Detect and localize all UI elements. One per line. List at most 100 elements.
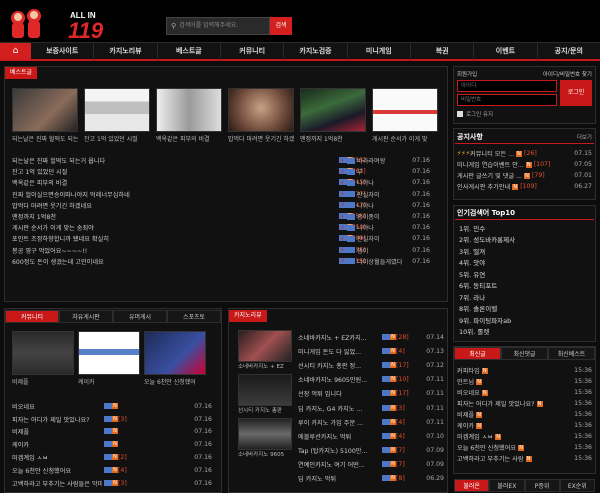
- post-title[interactable]: 루이 카지노 가입 주문 ...: [298, 418, 380, 427]
- nav-item-best[interactable]: 베스트글: [158, 42, 221, 60]
- rank-item[interactable]: 5위. 유연: [459, 268, 589, 280]
- thumb-item[interactable]: 되는날은 진짜 헐떡도 되는거 웁: [12, 88, 78, 143]
- author[interactable]: ⚡ 나야나: [340, 223, 374, 233]
- post-title[interactable]: 비오네요: [12, 402, 102, 411]
- author[interactable]: ⚡ 판실자이: [340, 190, 380, 199]
- tab-bottom-3[interactable]: P증위: [524, 479, 560, 492]
- tab-community[interactable]: 커뮤니티: [5, 310, 59, 323]
- list-item[interactable]: 선장 먹튀 입니다 N[17] 07.11: [298, 387, 444, 401]
- post-title[interactable]: 밥먹다 마려면 웃기긴 하겠네요: [12, 201, 337, 210]
- list-item[interactable]: 딥 카지노 먹튀 N[8] 06.29: [298, 472, 444, 486]
- author[interactable]: ⚡ 나야나: [340, 178, 374, 188]
- post-title[interactable]: 맨정까지 1억8천: [12, 212, 337, 221]
- tab-latest-comments[interactable]: 최신댓글: [501, 347, 548, 360]
- thumb-item[interactable]: 소네바카지노 + EZ: [238, 330, 292, 370]
- signup-link[interactable]: 회원가입: [457, 70, 477, 78]
- rank-item[interactable]: 8위. 솔론이벨: [459, 303, 589, 315]
- post-title[interactable]: 600정도 돈이 생겼는데 고민이네요: [12, 257, 337, 266]
- latest-item[interactable]: 비오네요 N 15:36: [457, 387, 592, 398]
- author[interactable]: ⚡ 챙이: [340, 246, 368, 255]
- site-logo[interactable]: ALL IN 119: [4, 4, 124, 40]
- notice-item[interactable]: 미니게임 연습이벤트 안... N [107] 07.05: [457, 159, 592, 170]
- password-input[interactable]: 비밀번호: [457, 94, 557, 106]
- latest-title[interactable]: 비오네요: [457, 388, 480, 397]
- post-title[interactable]: 소네바카지노 + EZ카지...: [298, 333, 380, 342]
- tab-latest-best[interactable]: 최신베스트: [548, 347, 595, 360]
- id-input[interactable]: 아이디: [457, 80, 557, 92]
- tab-bottom-2[interactable]: 불러EX: [489, 479, 525, 492]
- thumb-item[interactable]: 잔고 1억 있었던 시절: [84, 88, 150, 143]
- latest-title[interactable]: 비제플: [457, 410, 474, 419]
- nav-item-casino-review[interactable]: 카지노리뷰: [94, 42, 158, 60]
- tab-bottom-4[interactable]: EX순위: [559, 479, 595, 492]
- post-title[interactable]: 봉공 영구 먹었어요~~~~!!: [12, 246, 337, 255]
- latest-title[interactable]: 피자는 어디가 제일 맛있나요?: [457, 399, 535, 408]
- post-title[interactable]: 선장 먹튀 입니다: [298, 389, 380, 398]
- list-item[interactable]: 루이 카지노 가입 주문 ... N[4] 07.11: [298, 415, 444, 429]
- latest-item[interactable]: 미겜계임 ㅅㅂ N 15:36: [457, 431, 592, 442]
- find-account-link[interactable]: 아이디/비밀번호 찾기: [543, 70, 592, 78]
- post-title[interactable]: 에볼루션카지노 먹튀: [298, 432, 380, 441]
- checkbox[interactable]: [457, 111, 463, 117]
- thumb-item[interactable]: 백옥같은 피부의 비결: [156, 88, 222, 143]
- post-title[interactable]: 포인트 조정하향합니까 됐네요 확실히: [12, 234, 337, 243]
- list-item[interactable]: 미니게임 돈도 다 잃었... N[4] 07.13: [298, 344, 444, 358]
- list-item[interactable]: 소네바카지노 9605만원... N[10] 07.11: [298, 373, 444, 387]
- notice-more-link[interactable]: 더보기: [577, 133, 592, 141]
- nav-item-community[interactable]: 커뮤니티: [221, 42, 285, 60]
- nav-item-event[interactable]: 이벤트: [474, 42, 538, 60]
- best-tab[interactable]: 베스트글: [5, 67, 38, 79]
- list-item[interactable]: 고백하라고 부추기는 사람들은 악마이가요?N[3] 07.16: [12, 477, 212, 490]
- list-item[interactable]: 진짜 헐이실으면승이따나야지 먹레너무심하네N[77]⚡판실자이07.16: [12, 189, 440, 200]
- list-item[interactable]: 밥먹다 마려면 웃기긴 하겠네요N[47]⚡나야나07.16: [12, 200, 440, 211]
- author[interactable]: ⚡ 부: [340, 167, 363, 177]
- post-title[interactable]: 잔고 1억 있었던 시절: [12, 167, 337, 176]
- list-item[interactable]: 되는날은 진짜 헐떡도 되는거 웁니다N[55]⚡바라라여왕07.16: [12, 155, 440, 166]
- nav-item-notice[interactable]: 공지/문의: [538, 43, 600, 60]
- thumb-item[interactable]: 케이카: [78, 331, 140, 386]
- notice-title-text[interactable]: 게시판 글쓰기 및 댓글 ...: [457, 171, 522, 180]
- list-item[interactable]: 미겜계임 ㅅㅂ N[2] 07.16: [12, 451, 212, 464]
- rank-item[interactable]: 2위. 성도바카롱제사: [459, 234, 589, 246]
- post-title[interactable]: 딥 카지노 먹튀: [298, 474, 380, 483]
- tab-latest-posts[interactable]: 최신글: [454, 347, 501, 360]
- post-title[interactable]: 되는날은 진짜 헐떡도 되는거 웁니다: [12, 156, 337, 165]
- thumb-item[interactable]: 선시티 카지노 총판: [238, 374, 292, 414]
- list-item[interactable]: 선시티 카지노 총판 정... N[17] 07.12: [298, 358, 444, 372]
- list-item[interactable]: 피자는 어디가 제일 맛있나요? N[3] 07.16: [12, 413, 212, 426]
- post-title[interactable]: 선시티 카지노 총판 정...: [298, 361, 380, 370]
- list-item[interactable]: 봉공 영구 먹었어요~~~~!!N[55]⚡챙이07.16: [12, 245, 440, 256]
- review-tab[interactable]: 카지노리뷰: [229, 310, 267, 322]
- list-item[interactable]: 딥 카지노, G4 카지노 ... N[3] 07.11: [298, 401, 444, 415]
- rank-item[interactable]: 6위. 동티포트: [459, 280, 589, 292]
- list-item[interactable]: Tap (탑카지노) 5100만... N[7] 07.09: [298, 444, 444, 458]
- rank-item[interactable]: 7위. 라나: [459, 291, 589, 303]
- latest-item[interactable]: 케이카 N 15:36: [457, 420, 592, 431]
- keep-login[interactable]: 로그인 유지: [457, 110, 493, 118]
- notice-title-text[interactable]: 커뮤니티 모든 ...: [470, 149, 514, 158]
- tab-sports[interactable]: 스포츠토: [167, 310, 221, 323]
- post-title[interactable]: 오늘 6천만 신청했어요: [12, 466, 102, 475]
- rank-item[interactable]: 1위. 민수: [459, 222, 589, 234]
- rank-item[interactable]: 10위. 롤렛: [459, 326, 589, 338]
- post-title[interactable]: 미겜계임 ㅅㅂ: [12, 453, 102, 462]
- thumb-item[interactable]: 게시판 순서가 이게 맞: [372, 88, 438, 143]
- latest-item[interactable]: 민트님 N 15:36: [457, 376, 592, 387]
- rank-item[interactable]: 4위. 앗야: [459, 257, 589, 269]
- nav-item-casino-verify[interactable]: 카지노검증: [284, 42, 348, 60]
- post-title[interactable]: Tap (탑카지노) 5100만...: [298, 446, 380, 455]
- list-item[interactable]: 잔고 1억 있었던 시절N[63]⚡부07.16: [12, 166, 440, 177]
- list-item[interactable]: 연예인카지노 여기 어떤... N[7] 07.09: [298, 458, 444, 472]
- nav-item-guarantee[interactable]: 보증사이트: [31, 42, 95, 60]
- latest-item[interactable]: 피자는 어디가 제일 맛있나요? N 15:36: [457, 398, 592, 409]
- author[interactable]: ⚡ 나야나: [340, 201, 374, 210]
- nav-item-minigame[interactable]: 미니게임: [348, 42, 411, 60]
- list-item[interactable]: 에볼루션카지노 먹튀 N[4] 07.10: [298, 429, 444, 443]
- list-item[interactable]: 오늘 6천만 신청했어요 N[4] 07.16: [12, 464, 212, 477]
- notice-item[interactable]: ⚡⚡⚡ 커뮤니티 모든 ... N [26] 07.15: [457, 148, 592, 159]
- latest-title[interactable]: 케이카: [457, 421, 474, 430]
- post-title[interactable]: 케이카: [12, 440, 102, 449]
- notice-item[interactable]: 인사게시판 추가안내 N [109] 06.27: [457, 181, 592, 192]
- search-button[interactable]: 검색: [270, 17, 292, 35]
- post-title[interactable]: 비제플: [12, 427, 102, 436]
